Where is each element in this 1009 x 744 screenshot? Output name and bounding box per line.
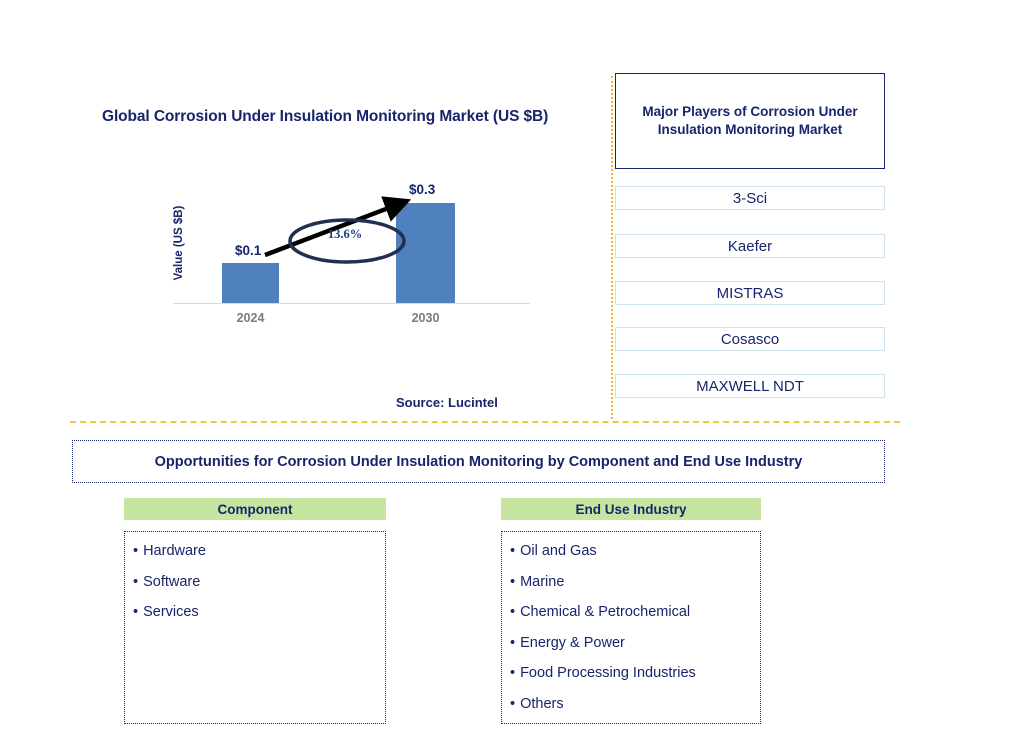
list-item: • Services [133, 605, 385, 620]
end-use-industry-list-box: • Oil and Gas • Marine • Chemical & Petroch… [501, 531, 761, 724]
player-item: Kaefer [615, 234, 885, 258]
section-divider [70, 421, 900, 423]
player-name: MAXWELL NDT [696, 377, 804, 395]
list-item: • Hardware [133, 544, 385, 559]
category-label-2024: 2024 [236, 311, 265, 325]
component-header-text: Component [217, 501, 293, 517]
player-name: MISTRAS [716, 284, 784, 302]
list-item: • Others [510, 695, 760, 712]
list-item-label: Oil and Gas [520, 543, 597, 559]
player-name: 3-Sci [732, 189, 768, 207]
bullet-icon: • [510, 543, 516, 559]
list-item: • Software [133, 573, 385, 590]
list-item-label: Software [143, 573, 201, 590]
cagr-value: 13.6% [327, 227, 363, 241]
component-list-box: • Hardware • Software • Services [124, 531, 386, 724]
component-column-header: Component [124, 498, 386, 520]
player-name: Cosasco [720, 330, 780, 348]
bullet-icon: • [510, 604, 516, 620]
bullet-icon: • [133, 604, 139, 620]
end-use-industry-column-header: End Use Industry [501, 498, 761, 520]
major-players-header-text: Major Players of Corrosion Under Insulat… [642, 103, 858, 137]
opportunities-title: Opportunities for Corrosion Under Insula… [154, 453, 803, 470]
chart-x-axis-line [173, 303, 530, 304]
chart-title: Global Corrosion Under Insulation Monito… [102, 108, 549, 125]
vertical-divider [611, 76, 613, 419]
list-item: • Oil and Gas [510, 544, 760, 559]
list-item-label: Others [520, 695, 564, 712]
opportunities-banner: Opportunities for Corrosion Under Insula… [72, 440, 885, 483]
bullet-icon: • [510, 665, 516, 681]
player-item: MISTRAS [615, 281, 885, 305]
list-item: • Food Processing Industries [510, 666, 760, 681]
player-item: MAXWELL NDT [615, 374, 885, 398]
end-use-industry-header-text: End Use Industry [575, 501, 687, 517]
list-item-label: Services [143, 604, 199, 620]
bullet-icon: • [510, 573, 516, 590]
player-name: Kaefer [727, 237, 773, 255]
bullet-icon: • [510, 634, 516, 651]
list-item: • Marine [510, 573, 760, 590]
bullet-icon: • [133, 573, 139, 590]
list-item: • Energy & Power [510, 634, 760, 651]
source-note: Source: Lucintel [396, 395, 498, 410]
major-players-header: Major Players of Corrosion Under Insulat… [615, 73, 885, 169]
market-bar-chart: Value (US $B) $0.1 $0.3 2024 2030 13.6% [160, 182, 530, 335]
chart-y-axis-label: Value (US $B) [173, 205, 185, 281]
list-item-label: Chemical & Petrochemical [520, 604, 691, 620]
bullet-icon: • [133, 543, 139, 559]
player-item: Cosasco [615, 327, 885, 351]
list-item-label: Hardware [143, 543, 206, 559]
list-item-label: Marine [520, 573, 565, 590]
category-label-2030: 2030 [411, 311, 440, 325]
list-item: • Chemical & Petrochemical [510, 605, 760, 620]
player-item: 3-Sci [615, 186, 885, 210]
list-item-label: Energy & Power [520, 634, 625, 651]
list-item-label: Food Processing Industries [520, 665, 696, 681]
bullet-icon: • [510, 695, 516, 712]
